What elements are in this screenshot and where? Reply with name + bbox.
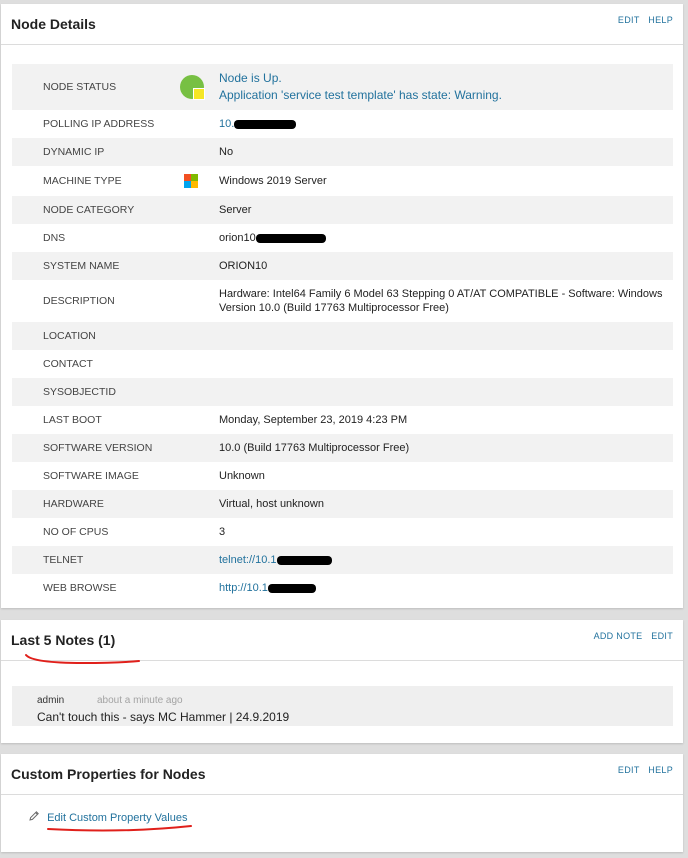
note-text: Can't touch this - says MC Hammer | 24.9… — [37, 710, 290, 724]
row-label: DYNAMIC IP — [12, 138, 173, 166]
details-row: DESCRIPTION Hardware: Intel64 Family 6 Mo… — [12, 280, 673, 322]
redaction-mark — [276, 555, 332, 565]
details-row: DNS orion10 — [12, 224, 673, 252]
row-label: MACHINE TYPE — [43, 175, 122, 187]
row-label: LAST BOOT — [43, 414, 102, 426]
row-label: LOCATION — [12, 322, 173, 350]
row-label: SYSTEM NAME — [12, 252, 173, 280]
details-row: DYNAMIC IP No — [12, 138, 673, 166]
pencil-icon — [29, 811, 39, 821]
details-row: CONTACT — [12, 350, 673, 378]
row-label: SOFTWARE IMAGE — [43, 470, 139, 482]
row-value: 3 — [219, 526, 226, 538]
notes-title: Last 5 Notes (1) — [11, 632, 116, 648]
row-value: orion10 — [219, 232, 256, 244]
note-item: admin about a minute ago Can't touch thi… — [12, 686, 673, 726]
row-value: No — [219, 146, 234, 158]
application-status-text[interactable]: Application 'service test template' has … — [219, 87, 665, 104]
node-status-text[interactable]: Node is Up. — [219, 70, 665, 87]
custom-properties-help-link[interactable]: HELP — [648, 765, 673, 775]
node-details-actions: EDIT HELP — [612, 15, 673, 25]
details-row: TELNET telnet://10.1 — [12, 546, 673, 574]
row-value[interactable]: 10. — [219, 118, 234, 130]
notes-edit-link[interactable]: EDIT — [651, 631, 673, 641]
notes-panel: Last 5 Notes (1) ADD NOTE EDIT admin abo… — [1, 620, 683, 743]
row-value[interactable]: telnet://10.1 — [219, 554, 277, 566]
custom-properties-edit-link[interactable]: EDIT — [618, 765, 640, 775]
notes-actions: ADD NOTE EDIT — [588, 631, 673, 641]
node-details-header: Node Details EDIT HELP — [1, 4, 683, 45]
notes-header: Last 5 Notes (1) ADD NOTE EDIT — [1, 620, 683, 661]
details-row: WEB BROWSE http://10.1 — [12, 574, 673, 602]
row-label: NO OF CPUS — [43, 526, 109, 538]
row-node-status: NODE STATUS Node is Up. Application 'ser… — [12, 64, 673, 110]
edit-custom-property-row: Edit Custom Property Values — [28, 810, 187, 824]
row-label: SOFTWARE VERSION — [12, 434, 173, 462]
row-value: Unknown — [219, 470, 265, 482]
add-note-link[interactable]: ADD NOTE — [594, 631, 643, 641]
custom-properties-title: Custom Properties for Nodes — [11, 766, 206, 782]
details-row: LAST BOOT Monday, September 23, 2019 4:23… — [12, 406, 673, 434]
details-row: POLLING IP ADDRESS 10. — [12, 110, 673, 138]
custom-properties-actions: EDIT HELP — [612, 765, 673, 775]
redaction-mark — [267, 583, 316, 593]
node-up-warning-icon — [180, 75, 205, 100]
row-label: NODE STATUS — [12, 64, 173, 110]
redaction-mark — [234, 119, 297, 129]
row-label: TELNET — [12, 546, 173, 574]
row-label: DESCRIPTION — [43, 295, 115, 307]
row-label: SYSOBJECTID — [12, 378, 173, 406]
row-label: CONTACT — [43, 358, 93, 370]
note-timestamp: about a minute ago — [97, 695, 183, 706]
row-value: Virtual, host unknown — [219, 498, 324, 510]
details-row: NODE CATEGORY Server — [12, 196, 673, 224]
node-details-title: Node Details — [11, 16, 96, 32]
row-value: ORION10 — [219, 260, 268, 272]
row-label: DNS — [43, 232, 66, 244]
edit-custom-property-values-link[interactable]: Edit Custom Property Values — [47, 812, 187, 824]
details-row: MACHINE TYPE Windows 2019 Server — [12, 166, 673, 196]
row-value: Monday, September 23, 2019 4:23 PM — [219, 414, 408, 426]
row-value: Server — [219, 204, 252, 216]
row-label: POLLING IP ADDRESS — [43, 118, 155, 130]
row-value: 10.0 (Build 17763 Multiprocessor Free) — [219, 442, 410, 454]
row-value: Windows 2019 Server — [219, 175, 327, 187]
redaction-mark — [255, 233, 326, 243]
node-details-table: NODE STATUS Node is Up. Application 'ser… — [12, 64, 673, 602]
row-label: WEB BROWSE — [43, 582, 117, 594]
row-value: Hardware: Intel64 Family 6 Model 63 Step… — [219, 288, 663, 314]
details-row: LOCATION — [12, 322, 673, 350]
note-author: admin — [37, 695, 65, 706]
node-details-edit-link[interactable]: EDIT — [618, 15, 640, 25]
details-row: SOFTWARE VERSION 10.0 (Build 17763 Multip… — [12, 434, 673, 462]
custom-properties-panel: Custom Properties for Nodes EDIT HELP Ed… — [1, 754, 683, 852]
details-row: NO OF CPUS 3 — [12, 518, 673, 546]
custom-properties-header: Custom Properties for Nodes EDIT HELP — [1, 754, 683, 795]
details-row: SOFTWARE IMAGE Unknown — [12, 462, 673, 490]
row-value[interactable]: http://10.1 — [219, 582, 268, 594]
node-details-help-link[interactable]: HELP — [648, 15, 673, 25]
row-label: HARDWARE — [12, 490, 173, 518]
red-underline-scribble — [47, 825, 192, 832]
node-details-panel: Node Details EDIT HELP NODE STATUS Node … — [1, 4, 683, 608]
details-row: SYSOBJECTID — [12, 378, 673, 406]
details-row: HARDWARE Virtual, host unknown — [12, 490, 673, 518]
windows-icon — [184, 174, 198, 188]
row-label: NODE CATEGORY — [12, 196, 173, 224]
details-row: SYSTEM NAME ORION10 — [12, 252, 673, 280]
